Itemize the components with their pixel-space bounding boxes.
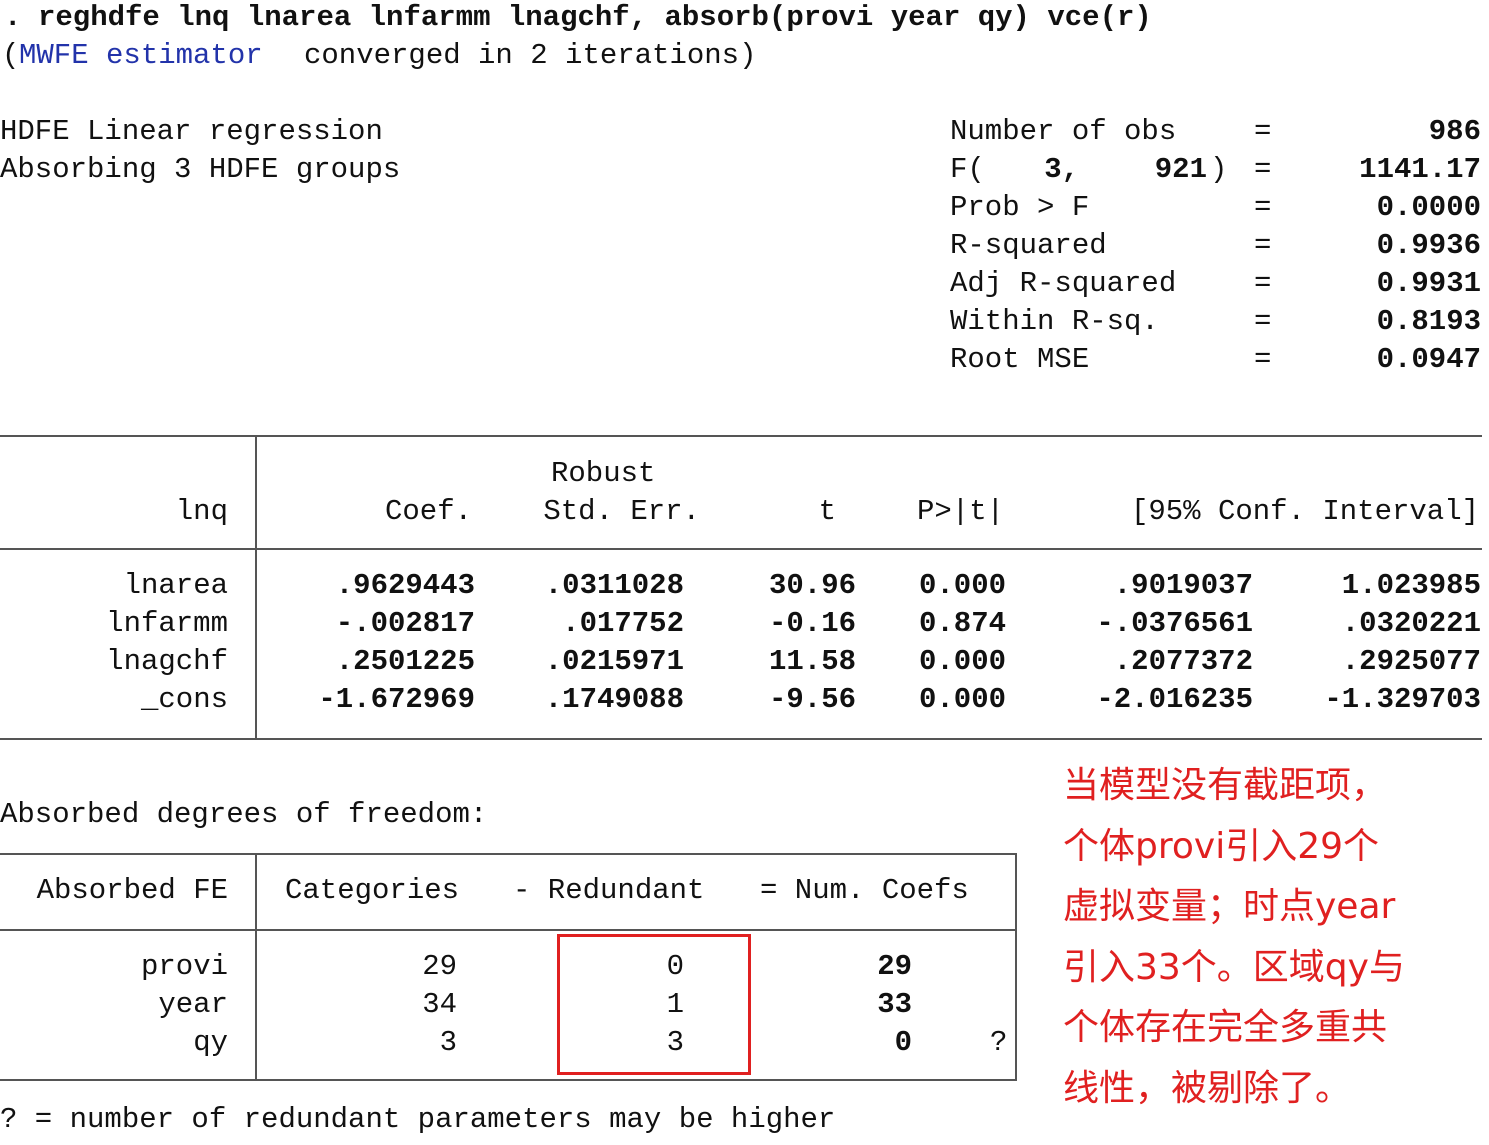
coef-row-se: .1749088 [544,683,684,716]
stat-value-f: 1141.17 [1359,153,1481,186]
coef-row-t: 11.58 [768,645,856,678]
coef-row-ci-high: 1.023985 [1341,569,1481,602]
stat-eq-rmse: = [1254,343,1272,376]
stat-eq-r2: = [1254,229,1272,262]
redundant-highlight-box [557,934,751,1075]
coef-row-t: -9.56 [768,683,856,716]
coef-table-top-rule [0,435,1482,437]
coef-table-header-rule [0,548,1482,550]
stat-label-prob: Prob > F [950,191,1090,224]
convergence-message: converged in 2 iterations) [304,39,757,72]
stat-df1-f: 3, [1044,153,1079,186]
absorbed-row-flag: ? [990,1026,1008,1059]
absorbed-row-numcoefs: 29 [877,950,912,983]
absorbed-right-border [1015,853,1017,1081]
annotation-line: 引入33个。区域qy与 [1063,946,1405,988]
stat-value-within: 0.8193 [1376,305,1481,338]
regression-subtitle: Absorbing 3 HDFE groups [0,153,401,186]
coef-header-p: P>|t| [916,495,1004,528]
coef-row-coef: -.002817 [335,607,475,640]
coef-row-coef: .2501225 [335,645,475,678]
absorbed-header-fe: Absorbed FE [36,874,228,907]
absorbed-row-categories: 29 [422,950,457,983]
coef-row-p: 0.874 [918,607,1006,640]
coef-header-robust: Robust [551,457,656,490]
coef-row-var: lnarea [123,569,228,602]
coef-row-t: 30.96 [768,569,856,602]
coef-row-se: .0311028 [544,569,684,602]
coef-row-var: lnfarmm [106,607,228,640]
coef-row-p: 0.000 [918,645,1006,678]
stat-value-prob: 0.0000 [1376,191,1481,224]
stat-value-r2: 0.9936 [1376,229,1481,262]
coef-row-p: 0.000 [918,569,1006,602]
stat-close-f: ) [1210,153,1228,186]
regression-title: HDFE Linear regression [0,115,383,148]
annotation-note: 当模型没有截距项， 个体provi引入29个 虚拟变量；时点year 引入33个… [1063,756,1483,1119]
absorbed-row-numcoefs: 0 [894,1026,912,1059]
estimator-link[interactable]: MWFE estimator [19,38,263,74]
coef-row-var: lnagchf [106,645,228,678]
stat-eq-within: = [1254,305,1272,338]
stat-value-obs: 986 [1428,115,1481,148]
coef-header-t: t [818,495,836,528]
annotation-line: 当模型没有截距项， [1063,765,1388,806]
coef-header-coef: Coef. [384,495,472,528]
coef-row-ci-low: .2077372 [1113,645,1253,678]
coef-row-var: _cons [140,683,228,716]
coef-row-ci-low: -2.016235 [1096,683,1253,716]
absorbed-row-fe: qy [193,1026,228,1059]
stat-eq-obs: = [1254,115,1272,148]
stat-label-obs: Number of obs [950,115,1177,148]
absorbed-top-rule [0,853,1017,855]
annotation-line: 个体存在完全多重共 [1063,1007,1388,1048]
coef-row-ci-low: -.0376561 [1096,607,1253,640]
stat-label-adjr2: Adj R-squared [950,267,1177,300]
absorbed-divider [255,853,257,1081]
absorbed-row-categories: 34 [422,988,457,1021]
absorbed-header-categories: Categories [285,874,460,907]
depvar-label: lnq [175,495,228,528]
stat-label-r2: R-squared [950,229,1107,262]
absorbed-header-redundant: - Redundant [513,874,705,907]
coef-row-ci-low: .9019037 [1113,569,1253,602]
absorbed-row-categories: 3 [439,1026,457,1059]
convergence-open-paren: ( [2,39,20,72]
coef-header-se: Std. Err. [543,495,700,528]
stat-label-f: F( [950,153,985,186]
absorbed-row-fe: provi [140,950,228,983]
stat-value-rmse: 0.0947 [1376,343,1481,376]
absorbed-header-numcoefs: = Num. Coefs [760,874,969,907]
command-prompt: . [4,1,22,34]
absorbed-header-rule [0,929,1017,931]
coef-row-se: .0215971 [544,645,684,678]
coef-row-coef: -1.672969 [318,683,475,716]
stat-value-adjr2: 0.9931 [1376,267,1481,300]
coef-row-ci-high: -1.329703 [1324,683,1481,716]
stat-eq-prob: = [1254,191,1272,224]
coef-row-ci-high: .0320221 [1341,607,1481,640]
stat-eq-f: = [1254,153,1272,186]
coef-row-p: 0.000 [918,683,1006,716]
coef-row-t: -0.16 [768,607,856,640]
stat-eq-adjr2: = [1254,267,1272,300]
command-text: reghdfe lnq lnarea lnfarmm lnagchf, abso… [38,1,1152,34]
absorbed-title: Absorbed degrees of freedom: [0,798,488,831]
coef-row-se: .017752 [562,607,684,640]
coef-header-ci: [95% Conf. Interval] [1130,495,1479,528]
coef-table-divider [255,435,257,740]
absorbed-row-fe: year [158,988,228,1021]
stat-df2-f: 921 [1154,153,1207,186]
absorbed-row-numcoefs: 33 [877,988,912,1021]
coef-row-ci-high: .2925077 [1341,645,1481,678]
stat-label-within: Within R-sq. [950,305,1159,338]
annotation-line: 虚拟变量；时点year [1063,886,1396,927]
annotation-line: 线性，被剔除了。 [1063,1067,1352,1109]
absorbed-footnote: ? = number of redundant parameters may b… [0,1103,836,1136]
stat-label-rmse: Root MSE [950,343,1090,376]
coef-row-coef: .9629443 [335,569,475,602]
absorbed-bottom-rule [0,1079,1017,1081]
annotation-line: 个体provi引入29个 [1063,825,1380,867]
coef-table-bottom-rule [0,738,1482,740]
